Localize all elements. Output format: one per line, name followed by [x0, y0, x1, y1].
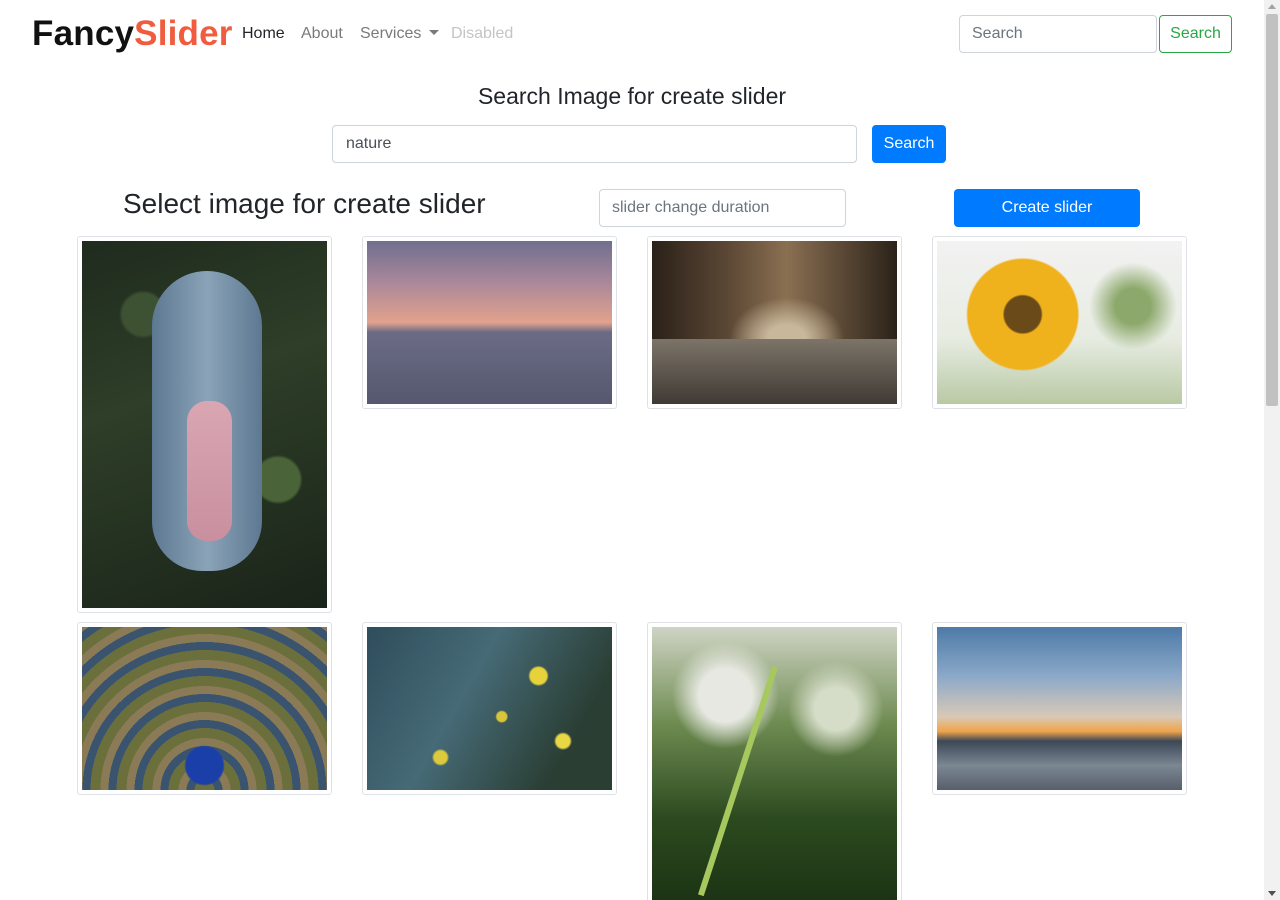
scroll-up-arrow-icon[interactable] — [1268, 4, 1276, 9]
brand-logo[interactable]: FancySlider — [32, 14, 233, 54]
create-slider-button[interactable]: Create slider — [954, 189, 1140, 227]
cloister-photo — [652, 241, 897, 404]
peacock-photo — [82, 627, 327, 790]
gallery-image-7[interactable] — [647, 622, 902, 900]
nav-link-disabled: Disabled — [451, 25, 514, 42]
gallery-image-6[interactable] — [362, 622, 617, 795]
nav-link-about[interactable]: About — [301, 25, 343, 43]
gallery-image-4[interactable] — [932, 236, 1187, 409]
sprout-photo — [652, 627, 897, 900]
vertical-scrollbar[interactable] — [1264, 0, 1280, 900]
boat-photo — [82, 241, 327, 608]
gallery-image-5[interactable] — [77, 622, 332, 795]
gallery-image-2[interactable] — [362, 236, 617, 409]
scrollbar-thumb[interactable] — [1266, 14, 1278, 406]
scroll-down-arrow-icon[interactable] — [1268, 891, 1276, 896]
chevron-down-icon — [429, 30, 440, 35]
lake-sunset-photo — [937, 627, 1182, 790]
brand-text-fancy: Fancy — [32, 14, 135, 53]
navbar: FancySlider Home About Services Disabled… — [0, 0, 1264, 70]
gallery-image-8[interactable] — [932, 622, 1187, 795]
slider-duration-input[interactable] — [599, 189, 846, 227]
sea-sunset-photo — [367, 241, 612, 404]
nav-link-services-label: Services — [360, 25, 422, 42]
nav-link-home[interactable]: Home — [242, 25, 285, 43]
image-search-button[interactable]: Search — [872, 125, 946, 163]
nav-link-services[interactable]: Services — [360, 25, 440, 43]
yellow-flowers-photo — [367, 627, 612, 790]
gallery-image-3[interactable] — [647, 236, 902, 409]
brand-text-slider: Slider — [134, 14, 233, 53]
nav-search-button[interactable]: Search — [1159, 15, 1232, 53]
sunflower-photo — [937, 241, 1182, 404]
search-heading: Search Image for create slider — [477, 83, 787, 109]
gallery-image-1[interactable] — [77, 236, 332, 613]
nav-search-input[interactable] — [959, 15, 1157, 53]
select-image-heading: Select image for create slider — [123, 188, 486, 219]
image-search-input[interactable] — [332, 125, 857, 163]
